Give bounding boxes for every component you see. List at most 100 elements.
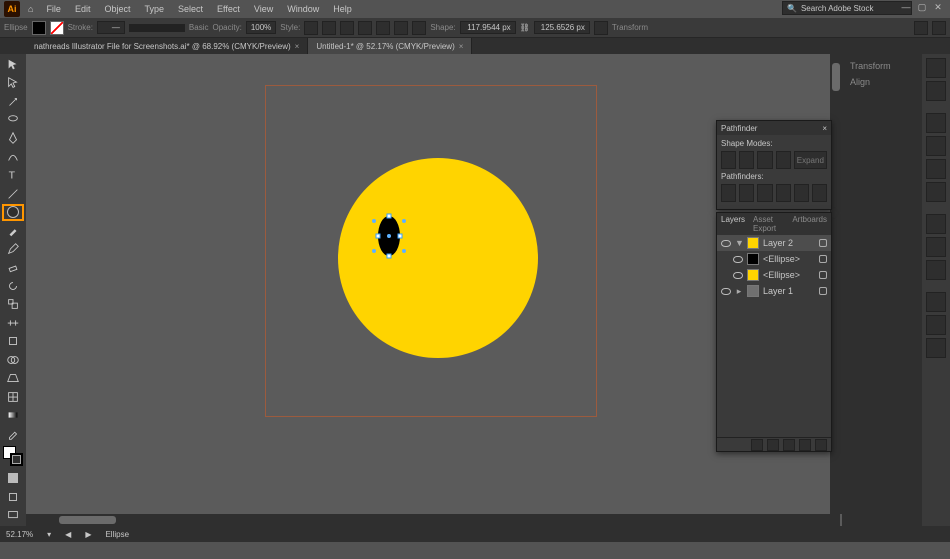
layer-row[interactable]: <Ellipse> [717, 267, 831, 283]
fill-swatch[interactable] [32, 21, 46, 35]
new-sublayer-icon[interactable] [783, 439, 795, 451]
visibility-toggle-icon[interactable] [721, 238, 731, 248]
tab-artboards[interactable]: Artboards [792, 215, 827, 233]
visibility-toggle-icon[interactable] [733, 270, 743, 280]
close-tab-icon[interactable]: × [295, 42, 300, 51]
dock-transparency-icon[interactable] [926, 260, 946, 280]
lasso-tool[interactable] [2, 111, 24, 128]
layer-name[interactable]: Layer 2 [763, 238, 815, 248]
dock-gradient-icon[interactable] [926, 237, 946, 257]
layer-row[interactable]: ▸ Layer 1 [717, 283, 831, 299]
dock-brushes-icon[interactable] [926, 159, 946, 179]
menu-effect[interactable]: Effect [212, 2, 245, 16]
home-icon[interactable]: ⌂ [24, 4, 37, 14]
new-layer-icon[interactable] [799, 439, 811, 451]
scale-tool[interactable] [2, 296, 24, 313]
anchor-point[interactable] [398, 234, 403, 239]
stroke-swatch[interactable] [50, 21, 64, 35]
scroll-thumb[interactable] [832, 63, 840, 91]
dock-properties-icon[interactable] [926, 58, 946, 78]
intersect-icon[interactable] [757, 151, 772, 169]
anchor-point[interactable] [387, 214, 392, 219]
dock-symbols-icon[interactable] [926, 182, 946, 202]
width-tool[interactable] [2, 314, 24, 331]
panel-close-icon[interactable]: × [822, 124, 827, 133]
divide-icon[interactable] [721, 184, 736, 202]
line-segment-tool[interactable] [2, 185, 24, 202]
outline-icon[interactable] [794, 184, 809, 202]
layer-name[interactable]: <Ellipse> [763, 254, 815, 264]
minimize-button[interactable]: — [900, 2, 912, 12]
opacity-field[interactable]: 100% [246, 21, 276, 34]
align-middle-icon[interactable] [394, 21, 408, 35]
menu-object[interactable]: Object [99, 2, 135, 16]
align-bottom-icon[interactable] [412, 21, 426, 35]
crop-icon[interactable] [776, 184, 791, 202]
style-dropdown[interactable] [304, 21, 318, 35]
align-left-icon[interactable] [322, 21, 336, 35]
eraser-tool[interactable] [2, 259, 24, 276]
disclosure-icon[interactable]: ▸ [735, 286, 743, 297]
pathfinder-panel[interactable]: Pathfinder × Shape Modes: Expand Pathfin… [716, 120, 832, 210]
anchor-point[interactable] [376, 234, 381, 239]
color-mode-icon[interactable] [2, 469, 24, 486]
dock-graphic-styles-icon[interactable] [926, 315, 946, 335]
minus-front-icon[interactable] [739, 151, 754, 169]
visibility-toggle-icon[interactable] [721, 286, 731, 296]
tab-document-2[interactable]: Untitled-1* @ 52.17% (CMYK/Preview) × [308, 38, 472, 54]
tab-align[interactable]: Align [846, 74, 918, 90]
eyedropper-tool[interactable] [2, 425, 24, 442]
menu-window[interactable]: Window [282, 2, 324, 16]
target-icon[interactable] [819, 255, 827, 263]
target-icon[interactable] [819, 271, 827, 279]
tab-asset-export[interactable]: Asset Export [753, 215, 784, 233]
expand-button[interactable]: Expand [794, 151, 827, 169]
dock-swatches-icon[interactable] [926, 136, 946, 156]
control-handle[interactable] [372, 249, 376, 253]
trim-icon[interactable] [739, 184, 754, 202]
rotate-tool[interactable] [2, 277, 24, 294]
menu-help[interactable]: Help [328, 2, 357, 16]
center-point[interactable] [387, 234, 391, 238]
search-input[interactable]: 🔍 Search Adobe Stock [782, 1, 912, 15]
corner-radius-icon[interactable] [594, 21, 608, 35]
artboard-nav-prev-icon[interactable]: ◀ [65, 530, 71, 539]
tab-layers[interactable]: Layers [721, 215, 745, 233]
fill-stroke-indicator[interactable] [2, 443, 24, 468]
artboard[interactable] [266, 86, 596, 416]
yellow-circle-shape[interactable] [338, 158, 538, 358]
shape-height-field[interactable]: 125.6526 px [534, 21, 590, 34]
menu-select[interactable]: Select [173, 2, 208, 16]
gradient-tool[interactable] [2, 406, 24, 423]
menu-file[interactable]: File [41, 2, 66, 16]
dock-libraries-icon[interactable] [926, 81, 946, 101]
control-handle[interactable] [372, 219, 376, 223]
target-icon[interactable] [819, 239, 827, 247]
close-tab-icon[interactable]: × [459, 42, 464, 51]
type-tool[interactable]: T [2, 167, 24, 184]
control-handle[interactable] [402, 249, 406, 253]
layers-panel[interactable]: Layers Asset Export Artboards ▼ Layer 2 … [716, 212, 832, 452]
align-center-icon[interactable] [340, 21, 354, 35]
workspace-switcher-icon[interactable] [932, 21, 946, 35]
anchor-point[interactable] [387, 254, 392, 259]
perspective-grid-tool[interactable] [2, 370, 24, 387]
shape-builder-tool[interactable] [2, 351, 24, 368]
visibility-toggle-icon[interactable] [733, 254, 743, 264]
exclude-icon[interactable] [776, 151, 791, 169]
stroke-profile[interactable] [129, 24, 185, 32]
shape-width-field[interactable]: 117.9544 px [460, 21, 516, 34]
free-transform-tool[interactable] [2, 333, 24, 350]
unite-icon[interactable] [721, 151, 736, 169]
scroll-thumb[interactable] [59, 516, 116, 524]
dock-layers-icon[interactable] [926, 338, 946, 358]
merge-icon[interactable] [757, 184, 772, 202]
horizontal-scrollbar[interactable] [26, 514, 840, 526]
chevron-down-icon[interactable]: ▾ [47, 530, 51, 539]
delete-layer-icon[interactable] [815, 439, 827, 451]
brush-style[interactable]: Basic [189, 23, 209, 32]
draw-mode-icon[interactable] [2, 488, 24, 505]
target-icon[interactable] [819, 287, 827, 295]
close-button[interactable]: ✕ [932, 2, 944, 12]
stroke-weight-field[interactable]: — [97, 21, 125, 34]
